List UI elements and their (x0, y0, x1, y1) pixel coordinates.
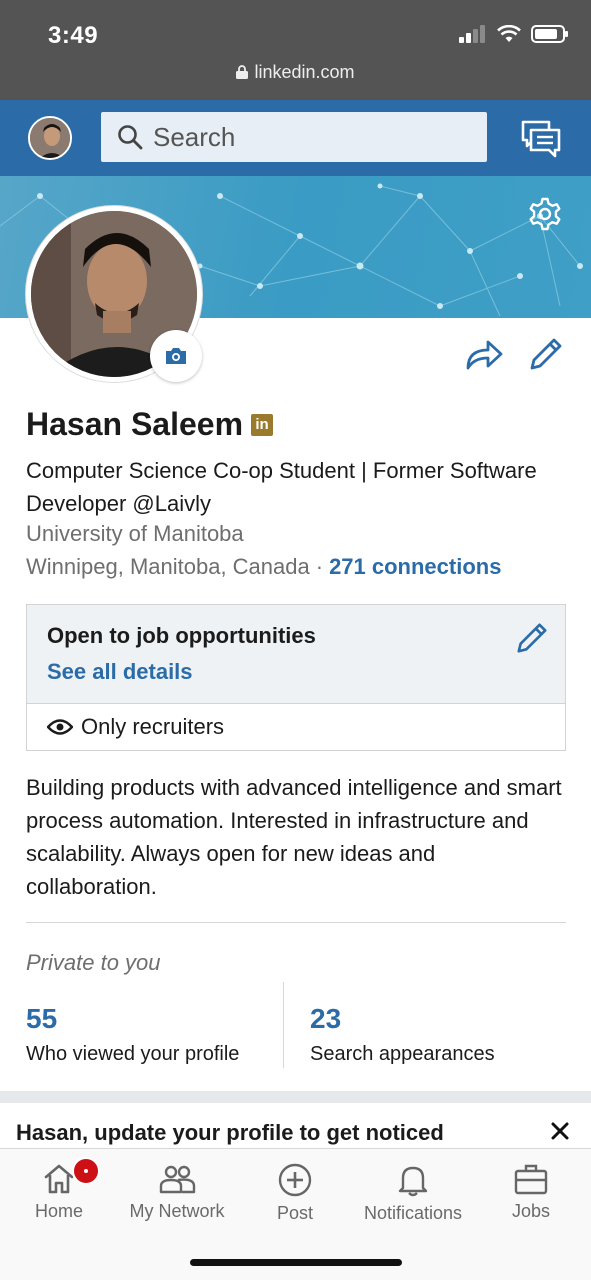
tab-notifications-label: Notifications (363, 1203, 463, 1223)
lock-icon (236, 65, 249, 79)
bell-icon (398, 1166, 428, 1197)
signal-icon (459, 25, 485, 43)
search-appearances-stat[interactable]: 23 Search appearances (310, 1003, 495, 1066)
briefcase-icon (514, 1164, 548, 1195)
url-bar[interactable]: linkedin.com (0, 62, 591, 83)
tab-post[interactable]: Post (236, 1163, 354, 1224)
tab-notifications[interactable]: Notifications (354, 1163, 472, 1224)
eye-icon (47, 719, 73, 735)
profile-views-stat[interactable]: 55 Who viewed your profile (26, 1003, 239, 1066)
edit-icon[interactable] (515, 621, 549, 655)
tab-post-label: Post (276, 1203, 314, 1223)
gear-icon[interactable] (527, 196, 563, 232)
status-icons (459, 24, 569, 44)
profile-views-count: 55 (26, 1003, 58, 1034)
separator-dot: · (315, 554, 324, 579)
open-to-work-title: Open to job opportunities (47, 623, 316, 648)
status-bar: 3:49 linkedin.com (0, 0, 591, 100)
status-time: 3:49 (48, 22, 99, 49)
messages-icon[interactable] (521, 120, 561, 158)
post-icon (278, 1163, 312, 1197)
connections-link[interactable]: 271 connections (329, 554, 501, 579)
visibility-label: Only recruiters (81, 714, 225, 739)
see-all-details-link[interactable]: See all details (47, 659, 193, 685)
wifi-icon (497, 25, 521, 42)
network-icon (159, 1165, 196, 1194)
profile-school[interactable]: University of Manitoba (26, 521, 244, 547)
notification-badge (72, 1157, 100, 1185)
visibility-row: Only recruiters (26, 704, 566, 751)
private-label: Private to you (26, 950, 161, 975)
battery-icon (531, 25, 568, 43)
search-appearances-label: Search appearances (310, 1043, 495, 1065)
profile-location-row: Winnipeg, Manitoba, Canada · 271 connectio… (26, 554, 501, 580)
avatar[interactable] (28, 116, 72, 160)
camera-icon (166, 348, 186, 364)
search-placeholder: Search (153, 121, 236, 152)
close-icon[interactable] (551, 1122, 569, 1140)
search-appearances-count: 23 (310, 1003, 342, 1034)
camera-button[interactable] (150, 330, 202, 382)
app-header: Search (0, 100, 591, 176)
home-indicator[interactable] (190, 1259, 402, 1266)
profile-views-label: Who viewed your profile (26, 1043, 240, 1065)
url-text: linkedin.com (254, 62, 355, 82)
tab-jobs[interactable]: Jobs (472, 1163, 590, 1222)
avatar-image (30, 118, 70, 158)
profile-name-row: Hasan Saleem in (26, 406, 274, 443)
profile-location: Winnipeg, Manitoba, Canada (26, 554, 310, 579)
search-input[interactable]: Search (101, 112, 487, 162)
open-to-work-card[interactable]: Open to job opportunities See all detail… (26, 604, 566, 704)
tab-my-network-label: My Network (129, 1201, 225, 1221)
share-icon[interactable] (464, 336, 504, 372)
divider (26, 922, 566, 923)
edit-icon[interactable] (528, 336, 564, 372)
search-icon (118, 125, 143, 150)
tab-home-label: Home (34, 1201, 83, 1221)
profile-name: Hasan Saleem (26, 406, 244, 442)
home-icon (44, 1164, 74, 1194)
profile-headline: Computer Science Co-op Student | Former … (26, 458, 537, 516)
linkedin-premium-badge: in (251, 413, 274, 436)
profile-summary: Building products with advanced intellig… (26, 775, 562, 899)
stat-separator (283, 982, 284, 1068)
section-separator (0, 1091, 591, 1103)
update-profile-prompt: Hasan, update your profile to get notice… (16, 1120, 444, 1145)
tab-home[interactable]: Home (0, 1163, 118, 1222)
tab-jobs-label: Jobs (511, 1201, 551, 1221)
tab-my-network[interactable]: My Network (118, 1163, 236, 1222)
